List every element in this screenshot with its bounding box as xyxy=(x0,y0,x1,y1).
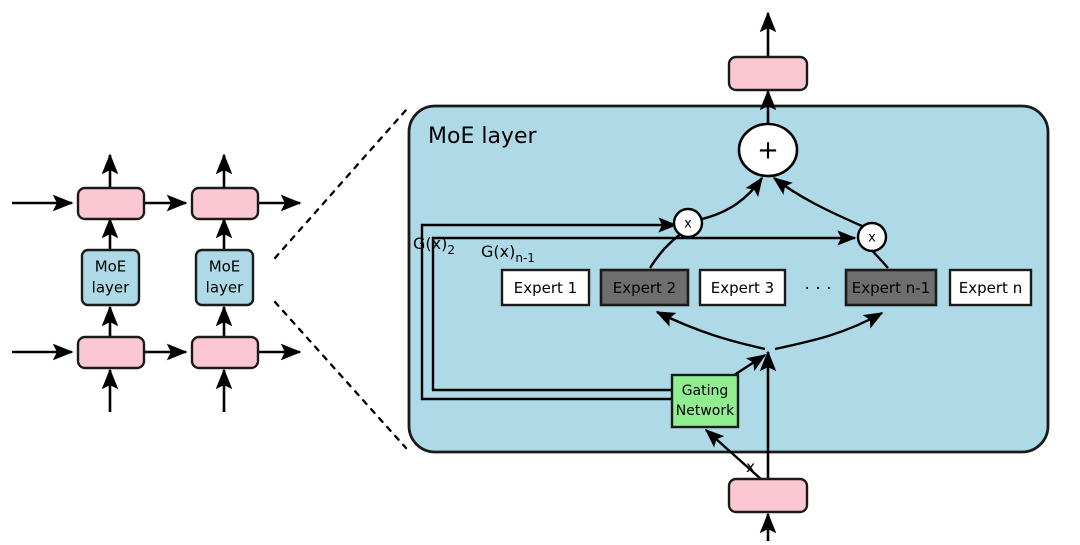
moe-diagram-svg: MoE layer MoE layer MoE layer G(x)2 G(x)… xyxy=(12,11,1050,541)
diagram-canvas: MoE layer MoE layer MoE layer G(x)2 G(x)… xyxy=(0,0,1080,545)
experts-ellipsis: · · · xyxy=(804,279,831,299)
gating-network-label-line1: Gating xyxy=(682,383,729,399)
multiply-node-right-label: x xyxy=(868,231,876,246)
left-stack: MoE layer MoE layer xyxy=(12,153,302,412)
left-stack-moe-box-1-label-line1: MoE xyxy=(95,258,127,276)
expert-box-1-label: Expert 1 xyxy=(514,279,577,297)
left-stack-block-bottom-2 xyxy=(190,335,260,370)
gate-label-inner-sub: n-1 xyxy=(515,251,535,265)
left-stack-block-top-1 xyxy=(76,186,146,221)
left-stack-moe-box-1-label-line2: layer xyxy=(92,279,130,297)
gate-label-outer-sub: 2 xyxy=(447,243,455,257)
expert-box-n-minus-1-label: Expert n-1 xyxy=(852,279,930,297)
output-block xyxy=(727,55,809,92)
gate-label-inner-base: G(x) xyxy=(481,242,515,261)
expert-box-2-label: Expert 2 xyxy=(613,279,676,297)
sum-node: + xyxy=(737,122,799,178)
left-stack-block-bottom-1 xyxy=(76,335,146,370)
expert-box-n-minus-1[interactable]: Expert n-1 xyxy=(844,268,938,307)
expert-box-3[interactable]: Expert 3 xyxy=(698,268,787,307)
expert-box-3-label: Expert 3 xyxy=(711,279,774,297)
expert-box-n-label: Expert n xyxy=(959,279,1022,297)
input-block xyxy=(727,477,809,514)
gating-network-label-line2: Network xyxy=(676,403,735,419)
left-stack-moe-box-2-label-line1: MoE xyxy=(209,258,241,276)
multiply-node-right: x xyxy=(856,221,888,253)
zoom-connectors xyxy=(273,108,408,450)
zoom-connector-bottom xyxy=(273,300,408,450)
gate-label-outer-base: G(x) xyxy=(413,234,447,253)
left-stack-block-top-2 xyxy=(190,186,260,221)
zoom-connector-top xyxy=(273,108,408,260)
expert-box-1[interactable]: Expert 1 xyxy=(500,268,591,307)
experts-row: Expert 1 Expert 2 Expert 3 · · · Expert … xyxy=(500,268,1033,307)
multiply-node-left-label: x xyxy=(684,217,692,232)
moe-panel: MoE layer G(x)2 G(x)n-1 x Gating Network… xyxy=(407,104,1050,481)
expert-box-2[interactable]: Expert 2 xyxy=(599,268,690,307)
expert-box-n[interactable]: Expert n xyxy=(948,268,1033,307)
moe-panel-title: MoE layer xyxy=(428,124,537,149)
multiply-node-left: x xyxy=(672,207,704,239)
left-stack-moe-box-2-label-line2: layer xyxy=(206,279,244,297)
sum-node-label: + xyxy=(757,136,779,166)
